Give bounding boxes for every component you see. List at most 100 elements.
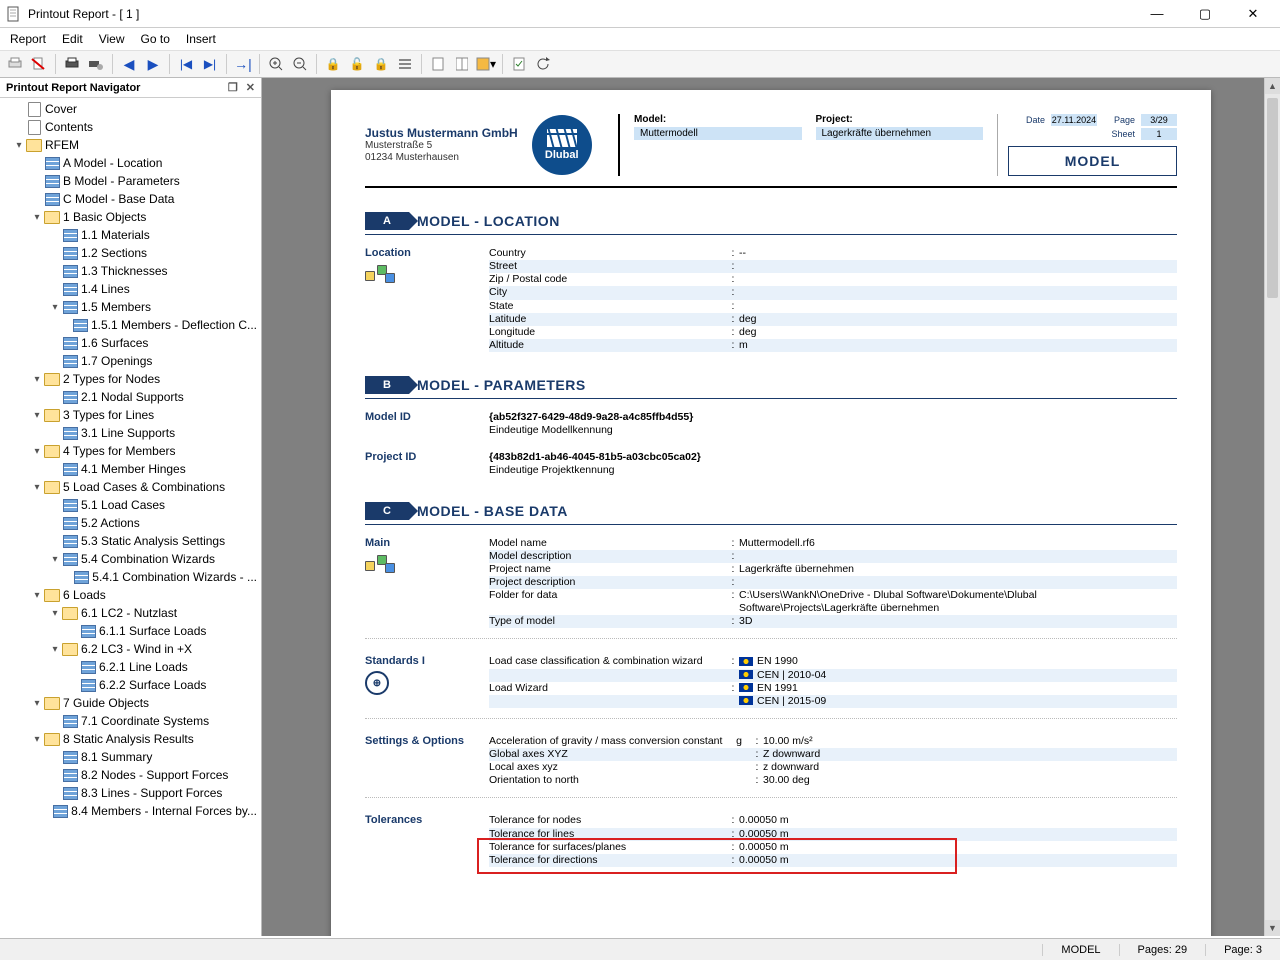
delete-icon[interactable]	[28, 53, 50, 75]
menu-insert[interactable]: Insert	[186, 32, 216, 46]
minimize-button[interactable]: —	[1142, 4, 1172, 24]
tree-item[interactable]: 1.4 Lines	[4, 280, 257, 298]
scroll-up-icon[interactable]: ▲	[1265, 78, 1280, 94]
tree-item[interactable]: 1.3 Thicknesses	[4, 262, 257, 280]
next-icon[interactable]: ▶	[142, 53, 164, 75]
tree-item[interactable]: ▾6.2 LC3 - Wind in +X	[4, 640, 257, 658]
tree-item[interactable]: Cover	[4, 100, 257, 118]
project-id-desc: Eindeutige Projektkennung	[489, 464, 727, 477]
tree-item[interactable]: ▾RFEM	[4, 136, 257, 154]
tree-item[interactable]: ▾1.5 Members	[4, 298, 257, 316]
tree-item[interactable]: 2.1 Nodal Supports	[4, 388, 257, 406]
tree-item-label: 6.1 LC2 - Nutzlast	[81, 606, 177, 620]
kv-row: Type of model:3D	[489, 615, 1177, 628]
tree-item-label: 4.1 Member Hinges	[81, 462, 186, 476]
tree-item[interactable]: 8.4 Members - Internal Forces by...	[4, 802, 257, 820]
menu-goto[interactable]: Go to	[141, 32, 170, 46]
grid-icon	[62, 426, 78, 440]
section-b-badge: B	[365, 376, 409, 394]
grid-icon	[80, 660, 96, 674]
scroll-down-icon[interactable]: ▼	[1265, 920, 1280, 936]
standards-label: Standards I	[365, 655, 489, 667]
vertical-scrollbar[interactable]: ▲ ▼	[1264, 78, 1280, 936]
refresh-icon[interactable]	[532, 53, 554, 75]
company-addr1: Musterstraße 5	[365, 140, 518, 152]
tree-item[interactable]: 8.1 Summary	[4, 748, 257, 766]
kv-row: Load Wizard:EN 1991	[489, 682, 1177, 695]
tree-item[interactable]: 1.2 Sections	[4, 244, 257, 262]
tree-item[interactable]: B Model - Parameters	[4, 172, 257, 190]
tree-item-label: 2 Types for Nodes	[63, 372, 160, 386]
tree-item[interactable]: Contents	[4, 118, 257, 136]
tree-item[interactable]: 7.1 Coordinate Systems	[4, 712, 257, 730]
tree-item[interactable]: 6.2.1 Line Loads	[4, 658, 257, 676]
tree-item[interactable]: 5.1 Load Cases	[4, 496, 257, 514]
lock1-icon[interactable]: 🔒	[322, 53, 344, 75]
lock3-icon[interactable]: 🔒	[370, 53, 392, 75]
grid-icon	[62, 534, 78, 548]
grid-icon	[62, 336, 78, 350]
tree-item[interactable]: ▾3 Types for Lines	[4, 406, 257, 424]
grid-icon	[44, 156, 60, 170]
dlubal-logo-icon: Dlubal	[532, 115, 592, 175]
tree-item[interactable]: 8.3 Lines - Support Forces	[4, 784, 257, 802]
tree-item[interactable]: 6.2.2 Surface Loads	[4, 676, 257, 694]
tree-item[interactable]: ▾6 Loads	[4, 586, 257, 604]
kv-row: Latitude:deg	[489, 313, 1177, 326]
color-icon[interactable]: ▾	[475, 53, 497, 75]
close-button[interactable]: ✕	[1238, 4, 1268, 24]
tree-item-label: 8.1 Summary	[81, 750, 152, 764]
project-label: Project:	[816, 114, 984, 125]
scroll-thumb[interactable]	[1267, 98, 1278, 298]
dock-icon[interactable]: ❐	[228, 81, 238, 94]
close-panel-icon[interactable]: ✕	[246, 81, 255, 94]
page1-icon[interactable]	[427, 53, 449, 75]
first-icon[interactable]: |◀	[175, 53, 197, 75]
tree-item[interactable]: ▾7 Guide Objects	[4, 694, 257, 712]
project-id-label: Project ID	[365, 451, 489, 477]
tree-item[interactable]: 8.2 Nodes - Support Forces	[4, 766, 257, 784]
tree-item[interactable]: 5.4.1 Combination Wizards - ...	[4, 568, 257, 586]
tree-item[interactable]: ▾8 Static Analysis Results	[4, 730, 257, 748]
tree-item[interactable]: ▾6.1 LC2 - Nutzlast	[4, 604, 257, 622]
goto-icon[interactable]: →|	[232, 53, 254, 75]
tree-item[interactable]: ▾2 Types for Nodes	[4, 370, 257, 388]
tree-item-label: 1.4 Lines	[81, 282, 130, 296]
print-icon[interactable]	[4, 53, 26, 75]
tree-item[interactable]: 3.1 Line Supports	[4, 424, 257, 442]
folder-icon	[26, 138, 42, 152]
menu-edit[interactable]: Edit	[62, 32, 83, 46]
tree-item[interactable]: 6.1.1 Surface Loads	[4, 622, 257, 640]
tree-item[interactable]: C Model - Base Data	[4, 190, 257, 208]
project-value: Lagerkräfte übernehmen	[816, 127, 984, 140]
menu-report[interactable]: Report	[10, 32, 46, 46]
tree-item[interactable]: 1.5.1 Members - Deflection C...	[4, 316, 257, 334]
cubes-icon	[365, 265, 395, 291]
last-icon[interactable]: ▶|	[199, 53, 221, 75]
tree-item[interactable]: 4.1 Member Hinges	[4, 460, 257, 478]
navigator-tree[interactable]: CoverContents▾RFEMA Model - LocationB Mo…	[0, 98, 261, 936]
menu-view[interactable]: View	[99, 32, 125, 46]
print2-icon[interactable]	[61, 53, 83, 75]
print-settings-icon[interactable]	[85, 53, 107, 75]
prev-icon[interactable]: ◀	[118, 53, 140, 75]
maximize-button[interactable]: ▢	[1190, 4, 1220, 24]
tree-item[interactable]: 1.7 Openings	[4, 352, 257, 370]
tree-item[interactable]: 1.1 Materials	[4, 226, 257, 244]
tree-item[interactable]: A Model - Location	[4, 154, 257, 172]
tree-item[interactable]: 5.3 Static Analysis Settings	[4, 532, 257, 550]
lock2-icon[interactable]: 🔓	[346, 53, 368, 75]
check-page-icon[interactable]	[508, 53, 530, 75]
list-icon[interactable]	[394, 53, 416, 75]
zoom-out-icon[interactable]	[289, 53, 311, 75]
tree-item[interactable]: ▾1 Basic Objects	[4, 208, 257, 226]
tree-item[interactable]: ▾5.4 Combination Wizards	[4, 550, 257, 568]
page2-icon[interactable]	[451, 53, 473, 75]
tree-item[interactable]: ▾4 Types for Members	[4, 442, 257, 460]
tree-item[interactable]: 1.6 Surfaces	[4, 334, 257, 352]
document-area[interactable]: Justus Mustermann GmbH Musterstraße 5 01…	[262, 78, 1280, 936]
tree-item[interactable]: ▾5 Load Cases & Combinations	[4, 478, 257, 496]
tree-item-label: 5 Load Cases & Combinations	[63, 480, 225, 494]
tree-item[interactable]: 5.2 Actions	[4, 514, 257, 532]
zoom-in-icon[interactable]	[265, 53, 287, 75]
